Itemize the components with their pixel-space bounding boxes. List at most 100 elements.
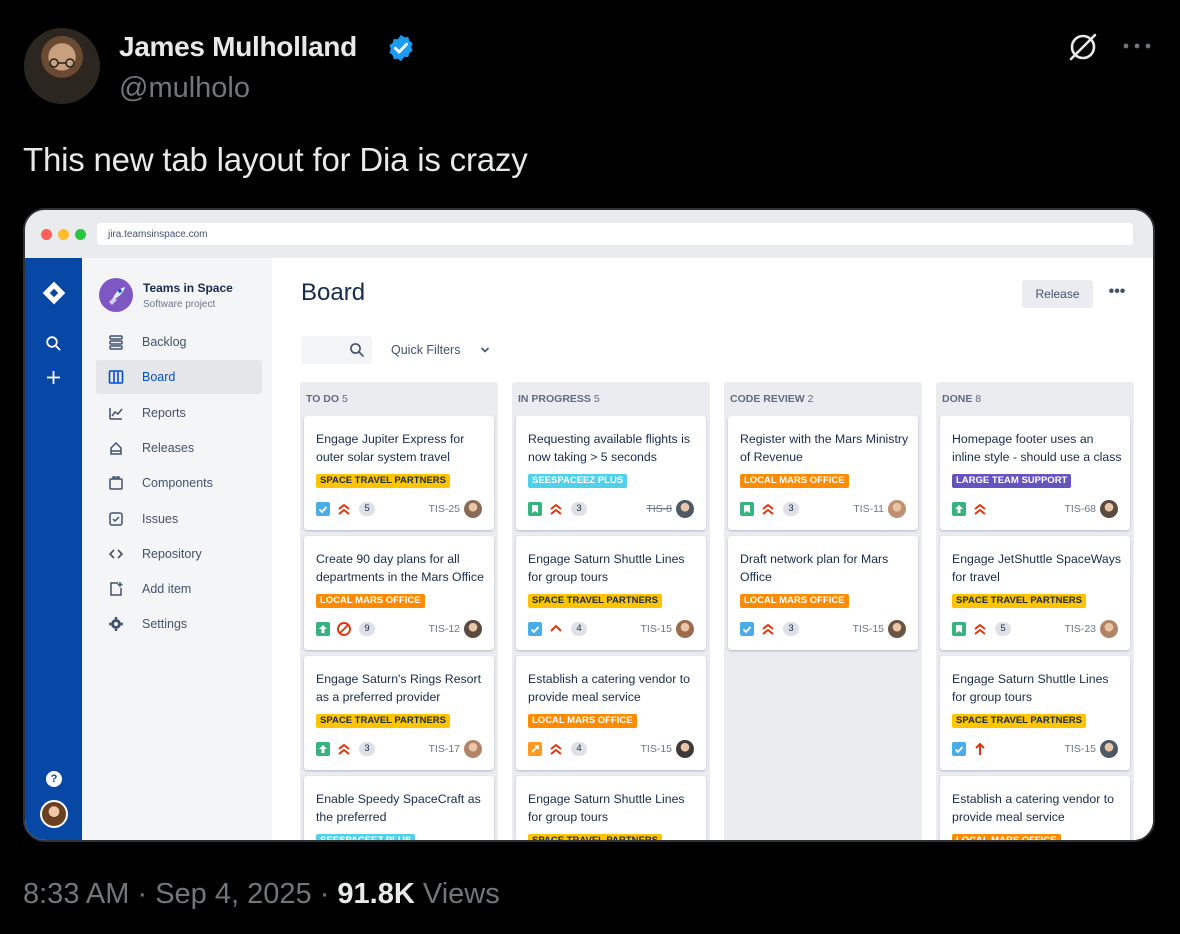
tweet-media[interactable]: jira.teamsinspace.com ? Teams in Space S… <box>23 208 1155 842</box>
user-avatar[interactable] <box>40 800 68 828</box>
board-search-input[interactable] <box>301 336 372 364</box>
zoom-window-dot[interactable] <box>75 229 86 240</box>
issue-card[interactable]: Establish a catering vendor to provide m… <box>940 776 1130 840</box>
board-more-icon[interactable]: ••• <box>1106 283 1128 303</box>
epic-label[interactable]: LARGE TEAM SUPPORT <box>952 474 1072 488</box>
assignee-avatar[interactable] <box>464 500 482 518</box>
issue-card[interactable]: Requesting available flights is now taki… <box>516 416 706 530</box>
backlog-icon <box>109 335 123 350</box>
issue-card[interactable]: Homepage footer uses an inline style - s… <box>940 416 1130 530</box>
sidebar-item-issues[interactable]: Issues <box>96 502 262 536</box>
epic-label[interactable]: LOCAL MARS OFFICE <box>316 594 425 608</box>
create-plus-icon[interactable] <box>45 369 62 386</box>
issue-key[interactable]: TIS-68 <box>1064 503 1096 515</box>
grok-icon[interactable] <box>1066 30 1100 64</box>
issue-key[interactable]: TIS-15 <box>1064 743 1096 755</box>
epic-label[interactable]: SPACE TRAVEL PARTNERS <box>528 834 662 840</box>
issue-card[interactable]: Create 90 day plans for all departments … <box>304 536 494 650</box>
issue-key[interactable]: TIS-15 <box>640 743 672 755</box>
issue-card[interactable]: Enable Speedy SpaceCraft as the preferre… <box>304 776 494 840</box>
epic-label[interactable]: SPACE TRAVEL PARTNERS <box>952 714 1086 728</box>
issue-card[interactable]: Engage Saturn Shuttle Lines for group to… <box>516 776 706 840</box>
issue-key[interactable]: TIS-15 <box>852 623 884 635</box>
assignee-avatar[interactable] <box>888 620 906 638</box>
epic-label[interactable]: SEESPACEEZ PLUS <box>528 474 628 488</box>
issue-key[interactable]: TIS-23 <box>1064 623 1096 635</box>
issue-key[interactable]: TIS-8 <box>646 503 672 515</box>
sidebar-item-releases[interactable]: Releases <box>96 431 262 465</box>
board-main: Board Release ••• Quick Filters TO DO 5E… <box>272 258 1153 840</box>
epic-label[interactable]: LOCAL MARS OFFICE <box>952 834 1061 840</box>
epic-label[interactable]: SPACE TRAVEL PARTNERS <box>952 594 1086 608</box>
issue-card[interactable]: Engage Saturn Shuttle Lines for group to… <box>940 656 1130 770</box>
more-options-icon[interactable] <box>1120 36 1154 56</box>
author-name[interactable]: James Mulholland <box>119 31 357 63</box>
priority-highest-icon <box>762 624 774 635</box>
assignee-avatar[interactable] <box>1100 740 1118 758</box>
assignee-avatar[interactable] <box>1100 620 1118 638</box>
epic-label[interactable]: SPACE TRAVEL PARTNERS <box>528 594 662 608</box>
issue-card[interactable]: Engage Jupiter Express for outer solar s… <box>304 416 494 530</box>
epic-label[interactable]: SPACE TRAVEL PARTNERS <box>316 714 450 728</box>
column-header: DONE 8 <box>942 393 981 405</box>
sidebar-item-reports[interactable]: Reports <box>96 396 262 430</box>
verified-badge-icon[interactable] <box>386 33 416 63</box>
author-handle[interactable]: @mulholo <box>119 72 250 105</box>
assignee-avatar[interactable] <box>676 620 694 638</box>
issues-icon <box>109 511 123 526</box>
close-window-dot[interactable] <box>41 229 52 240</box>
quick-filters-dropdown[interactable]: Quick Filters <box>391 343 460 357</box>
jira-logo-icon[interactable] <box>41 280 67 306</box>
assignee-avatar[interactable] <box>676 500 694 518</box>
sidebar-item-settings[interactable]: Settings <box>96 607 262 641</box>
issue-key[interactable]: TIS-12 <box>428 623 460 635</box>
search-icon[interactable] <box>45 335 62 352</box>
issue-card[interactable]: Engage Saturn's Rings Resort as a prefer… <box>304 656 494 770</box>
repository-icon <box>108 549 124 559</box>
help-icon[interactable]: ? <box>46 771 62 787</box>
epic-label[interactable]: SPACE TRAVEL PARTNERS <box>316 474 450 488</box>
sidebar-item-label: Releases <box>142 440 195 455</box>
project-avatar-rocket-icon[interactable] <box>99 278 133 312</box>
assignee-avatar[interactable] <box>464 620 482 638</box>
assignee-avatar[interactable] <box>1100 500 1118 518</box>
chevron-down-icon[interactable] <box>479 344 491 356</box>
tweet-time[interactable]: 8:33 AM <box>23 878 129 910</box>
assignee-avatar[interactable] <box>676 740 694 758</box>
releases-icon <box>110 441 122 455</box>
issue-key[interactable]: TIS-15 <box>640 623 672 635</box>
sidebar-item-repository[interactable]: Repository <box>96 537 262 571</box>
sidebar-item-backlog[interactable]: Backlog <box>96 325 262 359</box>
story-points-badge: 4 <box>571 622 587 636</box>
minimize-window-dot[interactable] <box>58 229 69 240</box>
epic-label[interactable]: SEESPACEEZ PLUS <box>316 834 416 840</box>
board-column-done: DONE 8 Homepage footer uses an inline sty… <box>936 382 1134 840</box>
story-points-badge: 3 <box>571 502 587 516</box>
release-button[interactable]: Release <box>1022 280 1093 308</box>
priority-arrow-up-icon <box>975 742 985 755</box>
epic-label[interactable]: LOCAL MARS OFFICE <box>740 594 849 608</box>
url-bar[interactable]: jira.teamsinspace.com <box>97 223 1133 245</box>
assignee-avatar[interactable] <box>464 740 482 758</box>
epic-label[interactable]: LOCAL MARS OFFICE <box>740 474 849 488</box>
issue-card[interactable]: Engage JetShuttle SpaceWays for travel SP… <box>940 536 1130 650</box>
issue-key[interactable]: TIS-17 <box>428 743 460 755</box>
issue-card[interactable]: Engage Saturn Shuttle Lines for group to… <box>516 536 706 650</box>
project-name[interactable]: Teams in Space <box>143 281 233 295</box>
issue-key[interactable]: TIS-11 <box>853 503 884 515</box>
issue-card[interactable]: Draft network plan for Mars Office LOCAL … <box>728 536 918 650</box>
sidebar-item-components[interactable]: Components <box>96 466 262 500</box>
story-type-icon <box>528 502 542 516</box>
sidebar-item-add-item[interactable]: Add item <box>96 572 262 606</box>
assignee-avatar[interactable] <box>888 500 906 518</box>
issue-key[interactable]: TIS-25 <box>428 503 460 515</box>
column-count: 8 <box>975 393 982 405</box>
epic-label[interactable]: LOCAL MARS OFFICE <box>528 714 637 728</box>
sidebar-item-label: Add item <box>142 582 192 597</box>
sidebar-item-board[interactable]: Board <box>96 360 262 395</box>
tweet-date[interactable]: Sep 4, 2025 <box>155 878 311 910</box>
issue-card[interactable]: Establish a catering vendor to provide m… <box>516 656 706 770</box>
author-avatar[interactable] <box>24 28 100 104</box>
issue-card[interactable]: Register with the Mars Ministry of Reven… <box>728 416 918 530</box>
story-points-badge: 3 <box>783 622 799 636</box>
